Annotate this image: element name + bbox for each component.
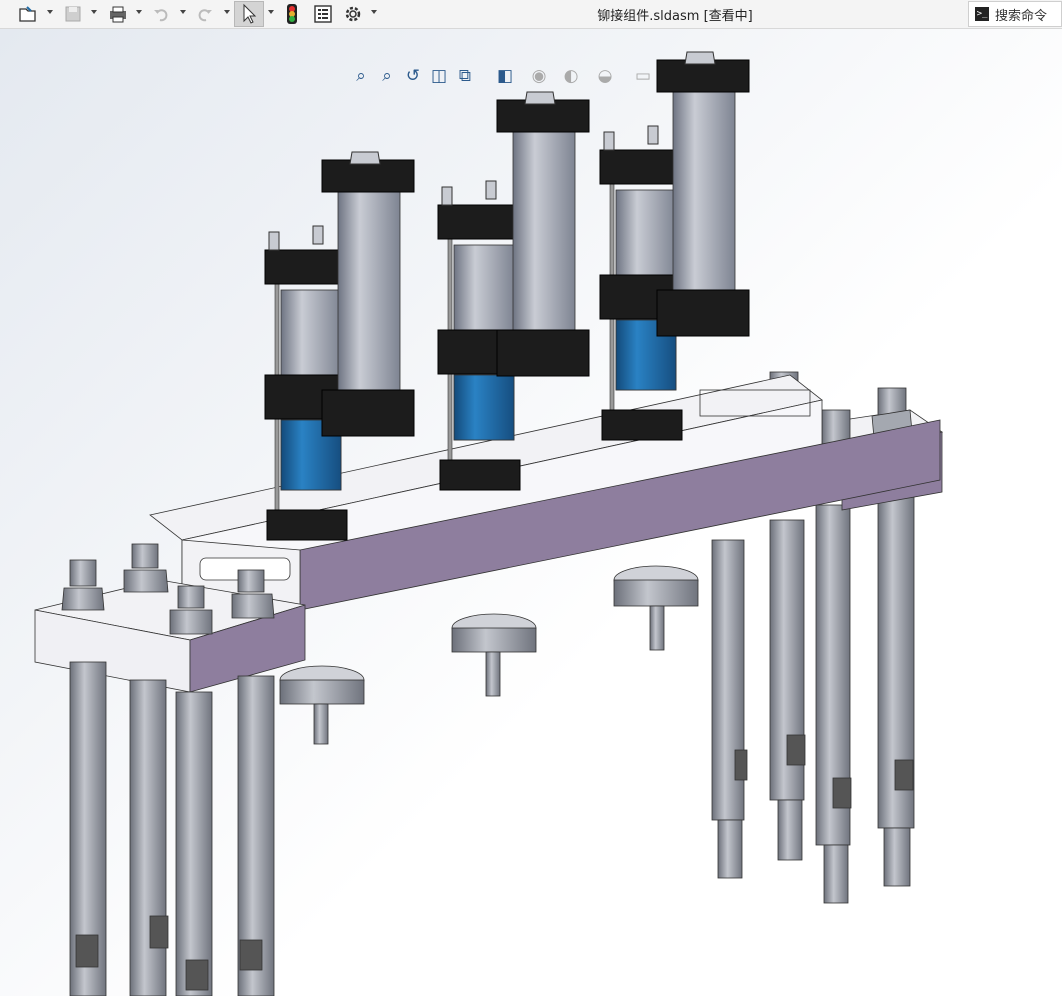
assembly-model[interactable] xyxy=(0,29,1062,996)
right-guide-rods xyxy=(711,487,915,904)
view-settings-icon[interactable]: ▭ xyxy=(632,65,654,87)
save-icon[interactable] xyxy=(60,2,86,26)
tie-rod-nut xyxy=(441,186,453,206)
previous-view-icon[interactable]: ↺ xyxy=(402,65,424,87)
large-cylinder-bottom-cap xyxy=(496,329,590,377)
cylinder-nut xyxy=(349,151,381,165)
large-cylinder-bottom-cap xyxy=(321,389,415,437)
zoom-to-area-icon[interactable]: ⌕ xyxy=(376,65,398,87)
search-commands-box[interactable]: >_ 搜索命令 xyxy=(968,1,1062,27)
large-cylinder-top-cap xyxy=(321,159,415,193)
cylinder-top-cap xyxy=(264,249,344,285)
cylinder-base-cap xyxy=(439,459,521,491)
open-dropdown-icon[interactable] xyxy=(47,10,53,14)
print-dropdown-icon[interactable] xyxy=(136,10,142,14)
tie-rod-nut xyxy=(485,180,497,200)
title-bar: 铆接组件.sldasm [查看中] >_ 搜索命令 xyxy=(0,0,1062,29)
cylinder-barrel-large xyxy=(337,184,401,416)
search-commands-label: 搜索命令 xyxy=(995,8,1048,24)
cylinder-base-cap xyxy=(601,409,683,441)
redo-dropdown-icon[interactable] xyxy=(224,10,230,14)
large-cylinder-bottom-cap xyxy=(656,289,750,337)
left-guide-rods xyxy=(69,661,275,996)
document-title: 铆接组件.sldasm [查看中] xyxy=(597,9,753,24)
section-view-icon[interactable]: ◫ xyxy=(428,65,450,87)
hide-show-items-icon[interactable]: ◉ xyxy=(528,65,550,87)
tie-rod-nut xyxy=(312,225,324,245)
redo-icon[interactable] xyxy=(192,2,218,26)
cylinder-base-cap xyxy=(266,509,348,541)
cylinder-barrel-large xyxy=(672,84,736,316)
cylinder-barrel-large xyxy=(512,124,576,356)
command-prompt-icon: >_ xyxy=(975,7,989,21)
tie-rod-nut xyxy=(603,131,615,151)
undo-icon[interactable] xyxy=(148,2,174,26)
large-cylinder-top-cap xyxy=(656,59,750,93)
undo-dropdown-icon[interactable] xyxy=(180,10,186,14)
select-dropdown-icon[interactable] xyxy=(268,10,274,14)
zoom-to-fit-icon[interactable]: ⌕ xyxy=(350,65,372,87)
cylinder-barrel-blue xyxy=(453,374,515,441)
tie-rod-nut xyxy=(647,125,659,145)
cylinder-top-cap xyxy=(437,204,517,240)
options-gear-icon[interactable] xyxy=(340,2,366,26)
cylinder-nut xyxy=(684,51,716,65)
open-file-icon[interactable] xyxy=(14,2,42,26)
cylinder-top-cap xyxy=(599,149,679,185)
options-dropdown-icon[interactable] xyxy=(371,10,377,14)
view-orientation-icon[interactable]: ⧉ xyxy=(454,65,476,87)
tie-rod-nut xyxy=(268,231,280,251)
large-cylinder-top-cap xyxy=(496,99,590,133)
cylinder-nut xyxy=(524,91,556,105)
select-cursor-icon xyxy=(243,3,257,24)
edit-appearance-icon[interactable]: ◐ xyxy=(560,65,582,87)
file-properties-icon[interactable] xyxy=(310,2,336,26)
apply-scene-icon[interactable]: ◒ xyxy=(594,65,616,87)
rebuild-traffic-light-icon[interactable] xyxy=(280,2,304,26)
graphics-viewport[interactable]: ⌕ ⌕ ↺ ◫ ⧉ ◧ ◉ ◐ ◒ ▭ xyxy=(0,29,1062,996)
save-dropdown-icon[interactable] xyxy=(91,10,97,14)
select-button[interactable] xyxy=(234,1,264,27)
display-style-icon[interactable]: ◧ xyxy=(494,65,516,87)
print-icon[interactable] xyxy=(104,2,132,26)
